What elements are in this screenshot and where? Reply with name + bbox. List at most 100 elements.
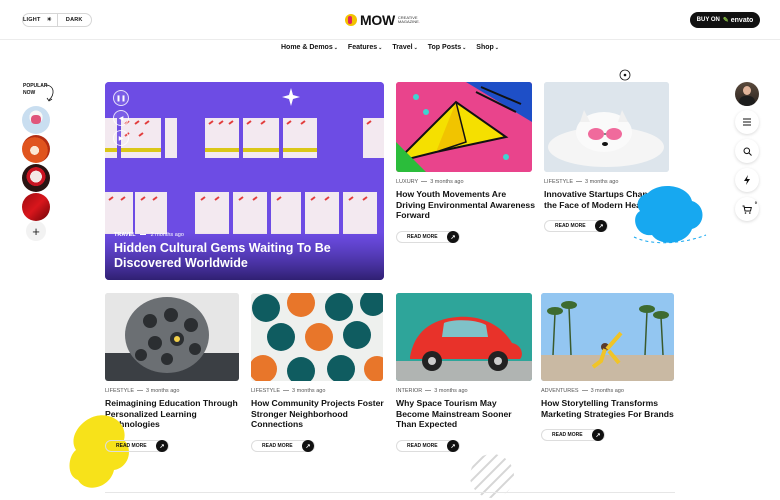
cart-count-badge: 0	[754, 200, 757, 205]
hero-title[interactable]: Hidden Cultural Gems Waiting To Be Disco…	[114, 241, 354, 271]
card-5-time: 3 months ago	[434, 388, 468, 394]
card-4-category[interactable]: LIFESTYLE	[251, 388, 280, 394]
hero-time: 2 months ago	[150, 232, 184, 238]
card-1-category[interactable]: LUXURY	[396, 179, 418, 185]
search-icon	[743, 147, 752, 156]
popular-post-thumb-3[interactable]	[22, 164, 50, 192]
light-mode-label: LIGHT	[23, 17, 41, 23]
arrow-up-right-icon: ↗	[156, 440, 168, 452]
nav-item-shop[interactable]: Shop⌄	[476, 44, 499, 56]
decorative-yellow-blob	[69, 415, 129, 488]
card-6-title[interactable]: How Storytelling Transforms Marketing St…	[541, 398, 681, 419]
popular-post-thumb-4[interactable]	[22, 193, 50, 221]
popular-post-thumb-1[interactable]	[22, 106, 50, 134]
play-icon: ▶	[118, 135, 124, 142]
curved-arrow-icon	[44, 84, 54, 102]
hero-media-controls: ❚❚ ◀ ▶	[113, 90, 129, 150]
hero-meta: TRAVEL 2 months ago	[114, 232, 184, 238]
card-6-category[interactable]: ADVENTURES	[541, 388, 579, 394]
chevron-down-icon: ⌄	[462, 45, 467, 51]
logo-subtitle: CREATIVE MAGAZINE.	[397, 15, 420, 25]
sun-icon: ☀	[46, 17, 52, 23]
menu-button[interactable]	[735, 110, 759, 134]
nav-item-top-posts[interactable]: Top Posts⌄	[428, 44, 467, 56]
card-6-meta: ADVENTURES 3 months ago	[541, 388, 624, 394]
card-1-time: 3 months ago	[430, 179, 464, 185]
card-2-time: 3 months ago	[585, 179, 619, 185]
card-5-category[interactable]: INTERIOR	[396, 388, 422, 394]
umbrellas-art	[251, 293, 383, 381]
card-2-category[interactable]: LIFESTYLE	[544, 179, 573, 185]
pause-icon: ❚❚	[115, 95, 127, 102]
theme-toggle[interactable]: LIGHT ☀ DARK	[22, 13, 92, 27]
card-4-meta: LIFESTYLE 3 months ago	[251, 388, 325, 394]
card-3-image[interactable]	[105, 293, 239, 381]
chevron-down-icon: ⌄	[378, 45, 383, 51]
card-3-time: 3 months ago	[146, 388, 180, 394]
logo-text: MOW	[360, 12, 395, 28]
pause-button[interactable]: ❚❚	[113, 90, 129, 106]
card-2-image[interactable]	[544, 82, 669, 172]
video-button[interactable]: ▶	[113, 130, 129, 146]
nav-item-features[interactable]: Features⌄	[348, 44, 382, 56]
red-beetle-car-art	[396, 293, 532, 381]
pink-glasses-shape	[31, 115, 41, 124]
card-5-read-more-button[interactable]: READ MORE ↗	[396, 440, 460, 452]
hamburger-icon	[743, 118, 751, 126]
volume-button[interactable]: ◀	[113, 110, 129, 126]
card-1-image[interactable]	[396, 82, 532, 172]
sculpture-art	[105, 293, 239, 381]
card-4-title[interactable]: How Community Projects Foster Stronger N…	[251, 398, 386, 430]
buy-prefix: BUY ON	[696, 17, 720, 23]
card-1-title[interactable]: How Youth Movements Are Driving Environm…	[396, 189, 536, 221]
cart-icon	[742, 205, 752, 214]
nav-item-travel[interactable]: Travel⌄	[392, 44, 417, 56]
card-3-meta: LIFESTYLE 3 months ago	[105, 388, 179, 394]
trending-button[interactable]	[735, 168, 759, 192]
hero-category[interactable]: TRAVEL	[114, 232, 136, 238]
buy-on-envato-button[interactable]: BUY ON ✎ envato	[690, 12, 760, 28]
chevron-down-icon: ⌄	[333, 45, 338, 51]
card-1-meta: LUXURY 3 months ago	[396, 179, 464, 185]
nav-item-home-demos[interactable]: Home & Demos⌄	[281, 44, 338, 56]
scroll-target-icon[interactable]	[619, 69, 631, 81]
arrow-up-right-icon: ↗	[302, 440, 314, 452]
logo-mark-icon	[345, 14, 357, 26]
envato-leaf-icon: ✎	[722, 17, 729, 24]
dark-mode-option[interactable]: DARK	[58, 17, 92, 23]
card-5-image[interactable]	[396, 293, 532, 381]
card-2-meta: LIFESTYLE 3 months ago	[544, 179, 618, 185]
card-3-category[interactable]: LIFESTYLE	[105, 388, 134, 394]
user-avatar[interactable]	[735, 82, 759, 106]
card-5-meta: INTERIOR 3 months ago	[396, 388, 468, 394]
top-bar: LIGHT ☀ DARK MOW CREATIVE MAGAZINE. BUY …	[0, 0, 780, 40]
card-6-read-more-button[interactable]: READ MORE ↗	[541, 429, 605, 441]
arrow-up-right-icon: ↗	[447, 440, 459, 452]
card-4-time: 3 months ago	[292, 388, 326, 394]
light-mode-option[interactable]: LIGHT ☀	[23, 14, 58, 26]
card-5-title[interactable]: Why Space Tourism May Become Mainstream …	[396, 398, 521, 430]
search-button[interactable]	[735, 139, 759, 163]
popular-post-thumb-2[interactable]	[22, 135, 50, 163]
site-logo[interactable]: MOW CREATIVE MAGAZINE.	[345, 12, 420, 28]
card-4-read-more-button[interactable]: READ MORE ↗	[251, 440, 315, 452]
logo-sub-line-2: MAGAZINE.	[397, 19, 420, 24]
paper-plane-art	[396, 82, 532, 172]
plus-icon: +	[32, 223, 40, 239]
cart-button[interactable]: 0	[735, 197, 759, 221]
add-popular-button[interactable]: +	[26, 221, 46, 241]
card-4-image[interactable]	[251, 293, 383, 381]
card-1-read-more-button[interactable]: READ MORE ↗	[396, 231, 460, 243]
lightning-icon	[744, 175, 750, 185]
arrow-up-right-icon: ↗	[592, 429, 604, 441]
section-divider	[105, 492, 675, 493]
dancer-palm-trees-art	[541, 293, 674, 381]
chevron-down-icon: ⌄	[413, 45, 418, 51]
envato-brand: envato	[730, 16, 754, 24]
arrow-up-right-icon: ↗	[595, 220, 607, 232]
volume-icon: ◀	[118, 115, 124, 122]
card-2-read-more-button[interactable]: READ MORE ↗	[544, 220, 608, 232]
card-3-read-more-button[interactable]: READ MORE ↗	[105, 440, 169, 452]
decorative-blue-blob	[633, 186, 707, 244]
card-6-image[interactable]	[541, 293, 674, 381]
